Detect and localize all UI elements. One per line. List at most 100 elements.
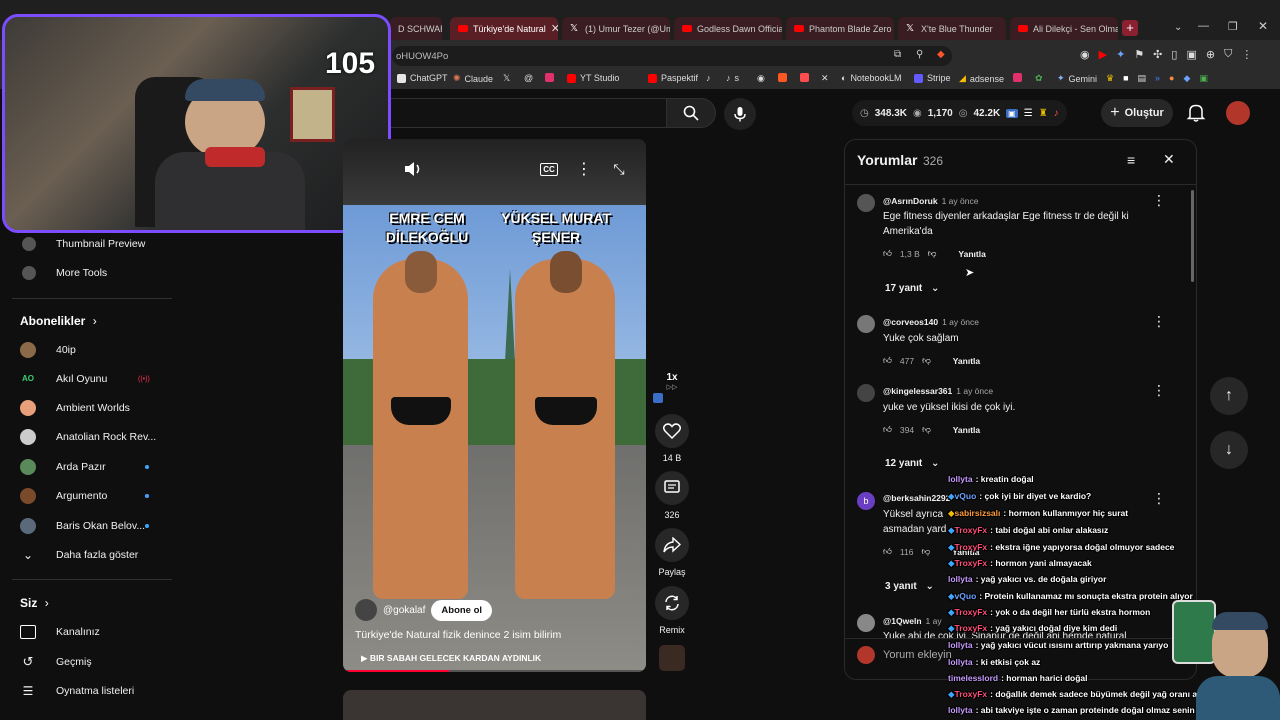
bookmark-item[interactable]: ◢ adsense <box>959 73 1004 84</box>
commenter-avatar[interactable]: b <box>857 492 875 510</box>
bookmark-icon[interactable]: ◆ <box>1183 73 1190 84</box>
sound-thumbnail[interactable] <box>659 645 685 671</box>
comment-menu-button[interactable]: ⋮ <box>1152 192 1166 209</box>
previous-short-button[interactable]: ↑ <box>1210 377 1248 415</box>
thumbs-up-icon[interactable]: 👍︎ <box>883 248 892 259</box>
sidebar-item-your-channel[interactable]: Kanalınız <box>20 620 100 644</box>
replies-toggle[interactable]: 17 yanıt ⌄ <box>885 283 939 294</box>
bookmark-item[interactable] <box>1013 73 1022 82</box>
sidebar-item-playlists[interactable]: ☰ Oynatma listeleri <box>20 679 135 703</box>
comment-input[interactable]: Yorum ekleyin <box>883 649 952 661</box>
browser-tab-active[interactable]: Türkiye'de Natural ✕ <box>450 17 558 40</box>
thumbs-down-icon[interactable]: 👎︎ <box>922 355 931 366</box>
create-button[interactable]: + Oluştur <box>1101 99 1173 127</box>
account-avatar[interactable] <box>1226 101 1250 125</box>
commenter-avatar[interactable] <box>857 315 875 333</box>
new-tab-button[interactable]: + <box>1122 20 1138 36</box>
bookmark-icon[interactable]: ♛ <box>1106 73 1114 84</box>
reply-button[interactable]: Yanıtla <box>953 356 980 366</box>
video-progress-bar[interactable] <box>343 670 646 672</box>
menu-icon[interactable]: ⋮ <box>1241 48 1252 61</box>
window-close-icon[interactable]: ✕ <box>1258 19 1268 33</box>
close-tab-icon[interactable]: ✕ <box>551 22 558 35</box>
mute-button[interactable] <box>399 155 427 183</box>
thumbs-up-icon[interactable]: 👍︎ <box>883 355 892 366</box>
sidebar-icon[interactable]: ▯ <box>1171 48 1177 61</box>
replies-toggle[interactable]: 12 yanıt ⌄ <box>885 458 939 469</box>
bookmark-item[interactable]: YT Studio <box>567 73 619 83</box>
bookmark-item[interactable]: Paspektif <box>648 73 698 83</box>
bookmark-item[interactable]: ✦ Gemini <box>1057 73 1097 84</box>
channel-avatar[interactable] <box>355 599 377 621</box>
fullscreen-button[interactable]: ⤡ <box>605 155 633 183</box>
bookmark-icon[interactable]: ● <box>1169 73 1174 84</box>
browser-tab[interactable]: Phantom Blade Zero <box>786 17 894 40</box>
browser-tab[interactable]: 𝕏 (1) Umur Tezer (@Um <box>562 17 670 40</box>
captions-button[interactable]: CC <box>535 155 563 183</box>
comment-author[interactable]: @corveos140 <box>883 317 938 327</box>
commenter-avatar[interactable] <box>857 614 875 632</box>
bookmark-item[interactable] <box>800 73 809 82</box>
wallet-icon[interactable]: ▣ <box>1186 48 1196 61</box>
open-in-app-icon[interactable]: ⧉ <box>894 49 901 60</box>
more-options-button[interactable]: ⋮ <box>570 155 598 183</box>
commenter-avatar[interactable] <box>857 194 875 212</box>
subscription-item[interactable]: Anatolian Rock Rev... <box>20 425 180 449</box>
reply-button[interactable]: Yanıtla <box>958 249 985 259</box>
replies-toggle[interactable]: 3 yanıt ⌄ <box>885 581 934 592</box>
comment-author[interactable]: @kingelessar361 <box>883 386 952 396</box>
bookmark-item[interactable]: 𝕏 <box>503 73 510 84</box>
close-comments-button[interactable]: ✕ <box>1163 151 1175 168</box>
extension-badge-icon[interactable] <box>653 393 663 403</box>
video-title[interactable]: Türkiye'de Natural fizik denince 2 isim … <box>355 629 561 641</box>
bookmark-item[interactable]: ChatGPT <box>397 73 448 83</box>
shorts-video-player[interactable]: EMRE CEM DİLEKOĞLU YÜKSEL MURAT ŞENER CC… <box>343 139 646 672</box>
show-more-button[interactable]: ⌄ Daha fazla göster <box>20 543 180 567</box>
next-short-preview[interactable] <box>343 690 646 720</box>
thumbs-up-icon[interactable]: 👍︎ <box>883 546 892 557</box>
comment-author[interactable]: @berksahin2292 <box>883 493 950 503</box>
bookmark-icon[interactable]: » <box>1155 73 1160 84</box>
extension-icon[interactable]: ⚑ <box>1134 48 1144 61</box>
shield-icon[interactable]: ⛉ <box>1224 48 1232 61</box>
subscription-item[interactable]: Ambient Worlds <box>20 396 180 420</box>
reply-button[interactable]: Yanıtla <box>953 425 980 435</box>
brave-shield-icon[interactable]: ◆ <box>937 49 945 60</box>
search-button[interactable] <box>666 98 716 128</box>
maximize-icon[interactable]: ❐ <box>1228 20 1238 33</box>
comment-menu-button[interactable]: ⋮ <box>1152 382 1166 399</box>
bookmark-item[interactable]: ◉ <box>757 73 765 84</box>
bookmark-item[interactable]: ✕ <box>821 73 829 84</box>
browser-tab[interactable]: Ali Dilekçi - Sen Olma <box>1010 17 1118 40</box>
subscription-item[interactable]: Arda Pazır <box>20 455 180 479</box>
comment-time[interactable]: 1 ay önce <box>956 386 993 396</box>
notifications-button[interactable] <box>1185 101 1207 123</box>
thumbs-down-icon[interactable]: 👎︎ <box>921 546 930 557</box>
bookmark-icon[interactable]: ▣ <box>1199 73 1208 84</box>
subscribe-button[interactable]: Abone ol <box>431 599 493 621</box>
share-button[interactable] <box>655 528 689 562</box>
puzzle-icon[interactable]: ✣ <box>1153 48 1162 61</box>
bookmark-icon[interactable]: ■ <box>1123 73 1128 84</box>
bookmark-item[interactable]: ♪ s <box>726 73 739 83</box>
comment-menu-button[interactable]: ⋮ <box>1152 313 1166 330</box>
sort-button[interactable]: ≡ <box>1127 152 1135 168</box>
comments-scrollbar[interactable] <box>1191 190 1194 282</box>
thumbs-down-icon[interactable]: 👎︎ <box>928 248 937 259</box>
comments-button[interactable] <box>655 471 689 505</box>
you-header[interactable]: Siz › <box>20 596 49 610</box>
extension-icon[interactable]: ✦ <box>1116 48 1125 61</box>
bookmark-item[interactable]: ✿ <box>1035 73 1043 84</box>
like-button[interactable] <box>655 414 689 448</box>
music-row[interactable]: ▶ BIR SABAH GELECEK KARDAN AYDINLIK <box>361 653 541 664</box>
comment-menu-button[interactable]: ⋮ <box>1152 490 1166 507</box>
comment-time[interactable]: 1 ay önce <box>942 196 979 206</box>
bookmark-item[interactable]: ✺ Claude <box>453 73 493 84</box>
bookmark-item[interactable]: Stripe <box>914 73 951 83</box>
sidebar-item-history[interactable]: ↺ Geçmiş <box>20 650 92 674</box>
channel-handle[interactable]: @gokalaf <box>383 605 425 616</box>
subscription-item[interactable]: 40ip <box>20 338 180 362</box>
playback-speed-button[interactable]: 1x ▷▷ <box>658 372 686 391</box>
subscription-item[interactable]: AO Akıl Oyunu ((•)) <box>20 367 180 391</box>
thumbs-down-icon[interactable]: 👎︎ <box>922 424 931 435</box>
